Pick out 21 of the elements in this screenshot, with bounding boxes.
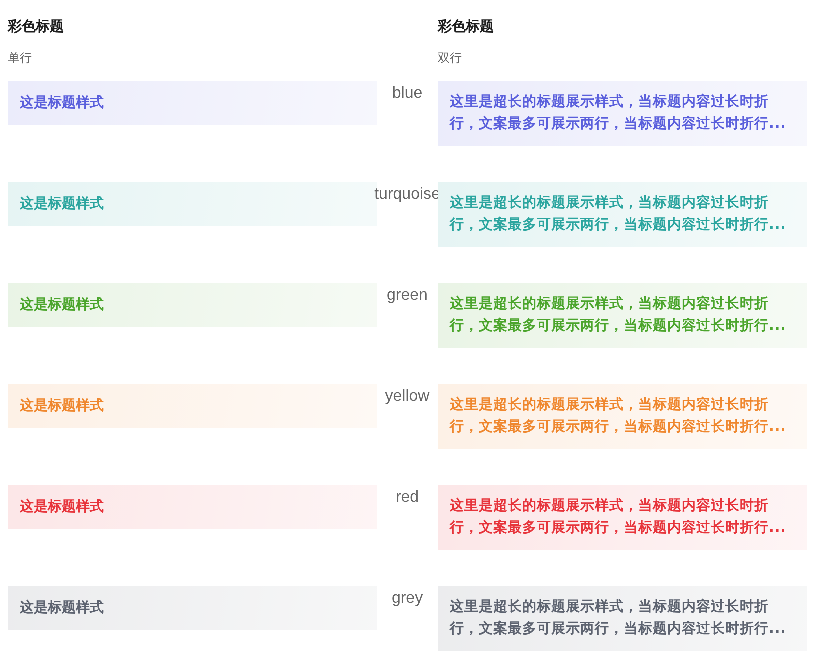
color-label: yellow — [385, 388, 430, 406]
title-banner: 这里是超长的标题展示样式，当标题内容过长时折行，文案最多可展示两行，当标题内容过长时折行... — [438, 81, 807, 146]
section-subtitle: 双行 — [438, 50, 462, 67]
title-banner: 这里是超长的标题展示样式，当标题内容过长时折行，文案最多可展示两行，当标题内容过长时折行... — [438, 384, 807, 449]
title-banner: 这是标题样式 — [8, 485, 377, 529]
section-title: 彩色标题 — [438, 18, 494, 36]
title-banner: 这里是超长的标题展示样式，当标题内容过长时折行，文案最多可展示两行，当标题内容过长时折行... — [438, 283, 807, 348]
title-banner: 这是标题样式 — [8, 384, 377, 428]
title-banner: 这里是超长的标题展示样式，当标题内容过长时折行，文案最多可展示两行，当标题内容过长时折行... — [438, 485, 807, 550]
color-label: blue — [392, 85, 423, 103]
color-label: red — [396, 489, 420, 507]
title-banner: 这里是超长的标题展示样式，当标题内容过长时折行，文案最多可展示两行，当标题内容过长时折行... — [438, 182, 807, 247]
title-banner: 这是标题样式 — [8, 81, 377, 125]
color-label: green — [387, 287, 428, 305]
section-title: 彩色标题 — [8, 18, 64, 36]
title-banner: 这是标题样式 — [8, 283, 377, 327]
color-label: grey — [392, 590, 424, 608]
color-label: turquoise — [374, 186, 440, 204]
section-subtitle: 单行 — [8, 50, 32, 67]
title-banner: 这是标题样式 — [8, 586, 377, 630]
title-banner: 这里是超长的标题展示样式，当标题内容过长时折行，文案最多可展示两行，当标题内容过长时折行... — [438, 586, 807, 651]
